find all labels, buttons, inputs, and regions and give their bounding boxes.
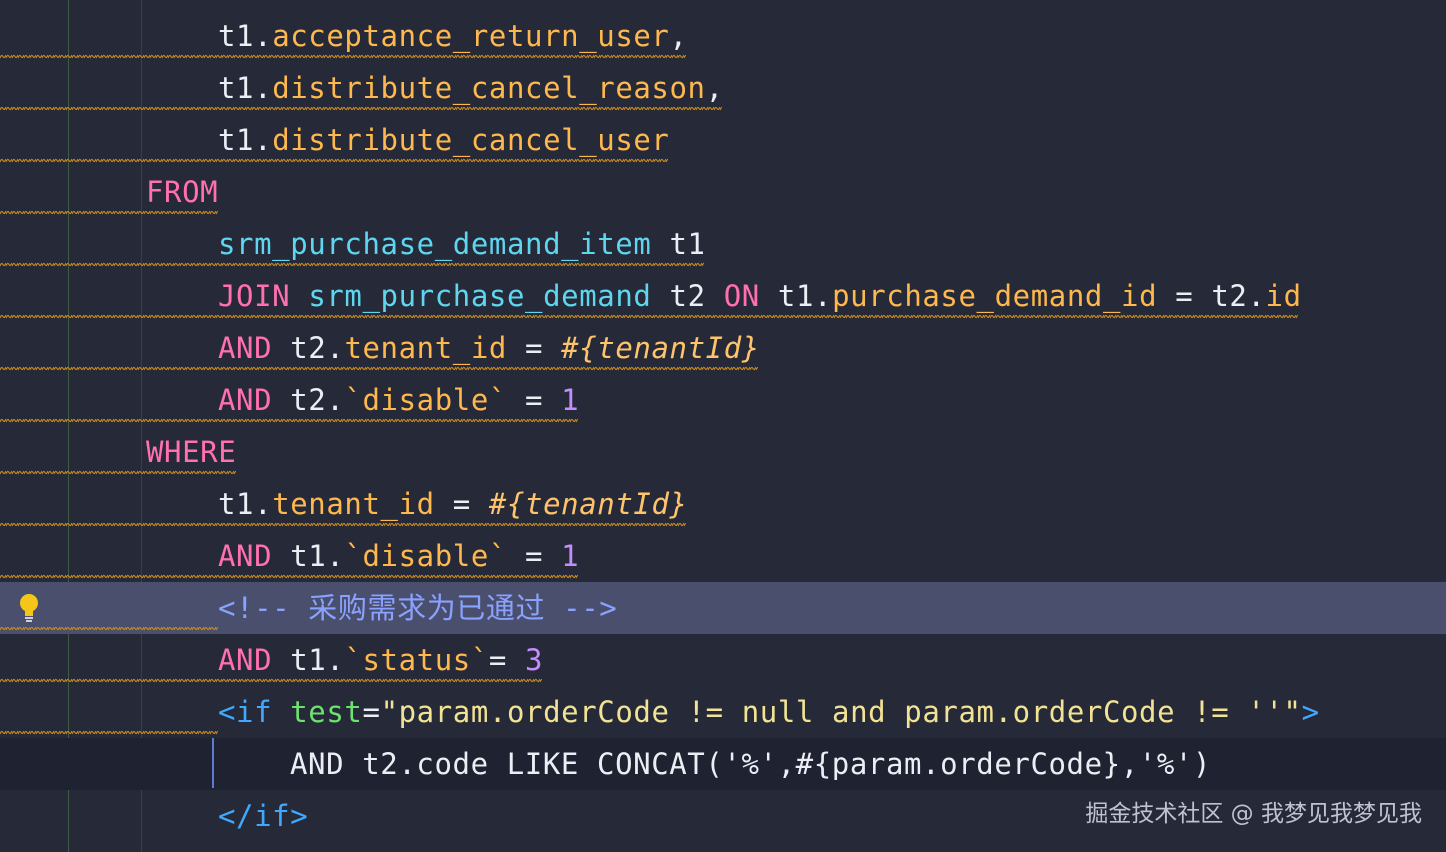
- watermark: 掘金技术社区 @ 我梦见我梦见我: [1085, 801, 1422, 827]
- code-token: <if: [218, 695, 273, 729]
- code-token: tenant_id: [272, 487, 435, 521]
- code-token: = t2.: [1157, 279, 1266, 313]
- code-text: WHERE: [146, 426, 236, 478]
- code-token: purchase_demand_id: [832, 279, 1158, 313]
- code-token: #{tenantId}: [488, 487, 688, 521]
- code-line[interactable]: AND t1.`status`= 3: [0, 634, 1446, 686]
- code-line[interactable]: t1.distribute_cancel_reason,: [0, 62, 1446, 114]
- code-line[interactable]: t1.acceptance_return_user,: [0, 10, 1446, 62]
- code-text: t1.distribute_cancel_reason,: [218, 62, 724, 114]
- code-token: 3: [525, 643, 544, 677]
- code-token: =: [506, 539, 562, 573]
- code-text: t1.acceptance_return_user,: [218, 10, 688, 62]
- code-line[interactable]: t1.tenant_id = #{tenantId}: [0, 478, 1446, 530]
- code-token: <!-- 采购需求为已通过 -->: [218, 591, 618, 625]
- code-token: 1: [561, 383, 580, 417]
- code-token: JOIN: [218, 279, 291, 313]
- code-line[interactable]: <!-- 采购需求为已通过 -->: [0, 582, 1446, 634]
- code-token: 1: [561, 539, 580, 573]
- code-token: t2: [651, 279, 724, 313]
- code-text: FROM: [146, 166, 218, 218]
- code-token: t2.: [272, 383, 345, 417]
- code-text: AND t1.`status`= 3: [218, 634, 543, 686]
- code-token: =: [506, 383, 562, 417]
- code-token: distribute_cancel_reason: [272, 71, 706, 105]
- code-token: =: [362, 695, 381, 729]
- code-token: srm_purchase_demand: [308, 279, 652, 313]
- code-token: WHERE: [146, 435, 237, 469]
- code-token: t2.: [272, 331, 345, 365]
- code-token: ON: [723, 279, 760, 313]
- code-token: =: [434, 487, 489, 521]
- code-line[interactable]: AND t1.`disable` = 1: [0, 530, 1446, 582]
- code-token: AND: [218, 643, 273, 677]
- code-token: t1.: [759, 279, 833, 313]
- code-token: `status`: [344, 643, 489, 677]
- code-line[interactable]: WHERE: [0, 426, 1446, 478]
- lightbulb-icon[interactable]: [18, 592, 40, 624]
- code-token: acceptance_return_user: [272, 19, 670, 53]
- code-token: `disable`: [344, 539, 507, 573]
- code-text: AND t2.tenant_id = #{tenantId}: [218, 322, 760, 374]
- code-token: =: [506, 331, 562, 365]
- code-token: srm_purchase_demand_item: [218, 227, 652, 261]
- code-token: #{tenantId}: [561, 331, 760, 365]
- code-token: id: [1265, 279, 1302, 313]
- code-token: test: [290, 695, 363, 729]
- code-text: <!-- 采购需求为已通过 -->: [218, 582, 617, 634]
- code-token: "param.orderCode != null and param.order…: [380, 695, 1302, 729]
- injected-block-marker: [212, 738, 214, 788]
- code-text: <if test="param.orderCode != null and pa…: [218, 686, 1320, 738]
- code-token: t1.: [218, 123, 273, 157]
- code-token: `disable`: [344, 383, 507, 417]
- code-token: AND: [218, 383, 273, 417]
- code-token: t1: [651, 227, 706, 261]
- code-text: AND t2.`disable` = 1: [218, 374, 579, 426]
- code-line[interactable]: AND t2.`disable` = 1: [0, 374, 1446, 426]
- code-line[interactable]: AND t2.tenant_id = #{tenantId}: [0, 322, 1446, 374]
- code-token: ,: [705, 71, 724, 105]
- warning-squiggle: [0, 626, 218, 631]
- code-editor[interactable]: t1.acceptance_return_user, t1.distribute_…: [0, 0, 1446, 852]
- code-token: t1.: [218, 19, 273, 53]
- code-text: srm_purchase_demand_item t1: [218, 218, 706, 270]
- code-token: t1.: [218, 71, 273, 105]
- code-token: </if>: [218, 799, 309, 833]
- code-text: t1.tenant_id = #{tenantId}: [218, 478, 688, 530]
- code-token: t1.: [272, 539, 345, 573]
- code-text: JOIN srm_purchase_demand t2 ON t1.purcha…: [218, 270, 1302, 322]
- code-token: AND t2.code LIKE CONCAT('%',#{param.orde…: [290, 747, 1212, 781]
- code-line[interactable]: FROM: [0, 166, 1446, 218]
- code-token: FROM: [146, 175, 219, 209]
- code-token: tenant_id: [344, 331, 507, 365]
- code-text: t1.distribute_cancel_user: [218, 114, 670, 166]
- code-text: </if>: [218, 790, 308, 842]
- code-text: AND t2.code LIKE CONCAT('%',#{param.orde…: [290, 738, 1211, 790]
- code-token: AND: [218, 539, 273, 573]
- warning-squiggle: [0, 730, 218, 735]
- code-line[interactable]: t1.distribute_cancel_user: [0, 114, 1446, 166]
- code-line[interactable]: JOIN srm_purchase_demand t2 ON t1.purcha…: [0, 270, 1446, 322]
- code-token: t1.: [272, 643, 345, 677]
- code-token: ,: [669, 19, 688, 53]
- code-line[interactable]: srm_purchase_demand_item t1: [0, 218, 1446, 270]
- code-line[interactable]: AND t2.code LIKE CONCAT('%',#{param.orde…: [0, 738, 1446, 790]
- code-token: distribute_cancel_user: [272, 123, 670, 157]
- code-token: >: [1301, 695, 1320, 729]
- code-token: t1.: [218, 487, 273, 521]
- code-token: AND: [218, 331, 273, 365]
- code-token: =: [488, 643, 526, 677]
- code-line[interactable]: <if test="param.orderCode != null and pa…: [0, 686, 1446, 738]
- code-text: AND t1.`disable` = 1: [218, 530, 579, 582]
